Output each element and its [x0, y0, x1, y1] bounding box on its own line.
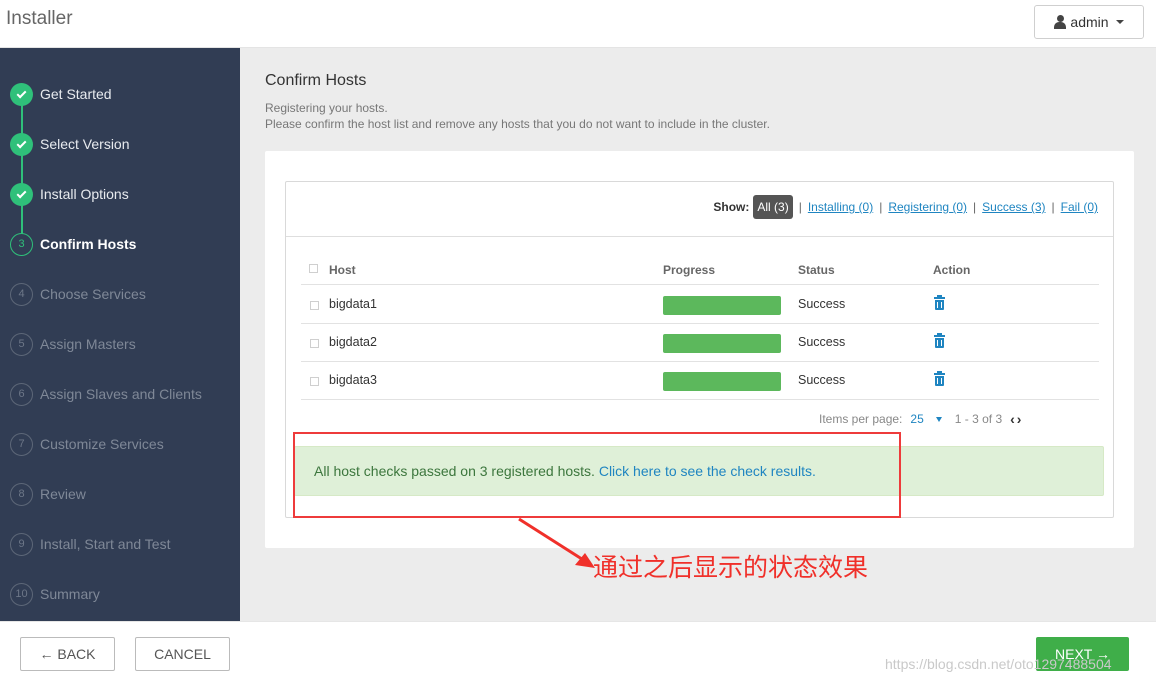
check-icon [10, 132, 33, 156]
back-button[interactable]: ← BACK [20, 637, 115, 671]
wizard-step-install-start-test: 9 Install, Start and Test [10, 532, 170, 556]
table-row: bigdata1 Success [301, 286, 1099, 324]
progress-bar [663, 334, 781, 353]
wizard-step-label: Customize Services [40, 436, 164, 452]
page-title: Confirm Hosts [265, 72, 367, 89]
wizard-step-choose-services: 4 Choose Services [10, 282, 146, 306]
filter-installing[interactable]: Installing (0) [808, 200, 873, 214]
filter-bar: Show: All (3) | Installing (0) | Registe… [286, 182, 1113, 237]
row-checkbox[interactable] [310, 339, 319, 348]
filter-separator: | [798, 200, 802, 214]
items-per-page-label: Items per page: [819, 412, 903, 426]
annotation-text: 通过之后显示的状态效果 [593, 553, 869, 582]
annotation-arrow-icon [518, 517, 595, 568]
wizard-step-review: 8 Review [10, 482, 86, 506]
cancel-button[interactable]: CANCEL [135, 637, 230, 671]
progress-bar [663, 296, 781, 315]
filter-separator: | [879, 200, 883, 214]
wizard-step-confirm-hosts: 3 Confirm Hosts [10, 232, 136, 256]
wizard-step-label: Assign Masters [40, 336, 136, 352]
trash-icon[interactable] [934, 295, 945, 310]
host-name: bigdata3 [329, 373, 377, 387]
step-number: 9 [10, 532, 33, 556]
table-row: bigdata2 Success [301, 324, 1099, 362]
page-description: Registering your hosts. Please confirm t… [265, 100, 770, 132]
filter-all[interactable]: All (3) [753, 195, 793, 219]
annotation-highlight-box [293, 432, 901, 518]
wizard-step-label: Select Version [40, 136, 130, 152]
step-number: 3 [10, 232, 33, 256]
description-line-2: Please confirm the host list and remove … [265, 117, 770, 131]
row-checkbox[interactable] [310, 301, 319, 310]
wizard-step-label: Choose Services [40, 286, 146, 302]
host-status: Success [798, 297, 846, 311]
wizard-step-label: Confirm Hosts [40, 236, 137, 252]
items-per-page-select[interactable]: 25 [910, 412, 923, 426]
wizard-step-summary: 10 Summary [10, 582, 100, 606]
check-icon [10, 82, 33, 106]
pagination: Items per page: 25 1 - 3 of 3 ‹› [819, 411, 1023, 427]
trash-icon[interactable] [934, 333, 945, 348]
wizard-step-label: Assign Slaves and Clients [40, 386, 202, 402]
wizard-step-label: Install Options [40, 186, 129, 202]
table-header: Host Progress Status Action [301, 254, 1099, 285]
trash-icon[interactable] [934, 371, 945, 386]
select-all-checkbox[interactable] [309, 264, 318, 273]
step-number: 10 [10, 582, 33, 606]
filter-fail[interactable]: Fail (0) [1061, 200, 1098, 214]
wizard-step-label: Get Started [40, 86, 112, 102]
prev-next-icon[interactable]: ‹› [1010, 411, 1023, 427]
row-checkbox[interactable] [310, 377, 319, 386]
wizard-step-label: Review [40, 486, 86, 502]
filter-separator: | [1051, 200, 1055, 214]
host-name: bigdata1 [329, 297, 377, 311]
filter-registering[interactable]: Registering (0) [888, 200, 967, 214]
wizard-progress-line [21, 93, 23, 243]
main-content: Confirm Hosts Registering your hosts. Pl… [240, 48, 1156, 621]
chevron-down-icon [1115, 20, 1124, 24]
column-host: Host [329, 263, 356, 277]
wizard-step-assign-masters: 5 Assign Masters [10, 332, 136, 356]
watermark: https://blog.csdn.net/oto1297488504 [885, 656, 1112, 672]
show-label: Show: [713, 200, 750, 214]
page-range: 1 - 3 of 3 [954, 412, 1003, 426]
table-row: bigdata3 Success [301, 362, 1099, 400]
app-title: Installer [6, 8, 73, 29]
description-line-1: Registering your hosts. [265, 101, 388, 115]
wizard-step-get-started: Get Started [10, 82, 112, 106]
host-status: Success [798, 373, 846, 387]
column-action: Action [933, 263, 971, 277]
filter-separator: | [973, 200, 977, 214]
progress-bar [663, 372, 781, 391]
user-icon [1054, 15, 1067, 29]
wizard-step-assign-slaves: 6 Assign Slaves and Clients [10, 382, 202, 406]
step-number: 6 [10, 382, 33, 406]
wizard-sidebar: Get Started Select Version Install Optio… [0, 48, 240, 621]
step-number: 7 [10, 432, 33, 456]
host-status: Success [798, 335, 846, 349]
step-number: 5 [10, 332, 33, 356]
user-name: admin [1070, 14, 1109, 30]
column-status: Status [798, 263, 835, 277]
check-icon [10, 182, 33, 206]
wizard-step-install-options: Install Options [10, 182, 129, 206]
status-filters: Show: All (3) | Installing (0) | Registe… [713, 195, 1098, 219]
top-header: Installer admin [0, 0, 1156, 48]
wizard-step-customize-services: 7 Customize Services [10, 432, 164, 456]
footer-bar: ← BACK CANCEL NEXT → https://blog.csdn.n… [0, 621, 1156, 683]
host-name: bigdata2 [329, 335, 377, 349]
step-number: 8 [10, 482, 33, 506]
wizard-step-label: Summary [40, 586, 100, 602]
column-progress: Progress [663, 263, 716, 277]
filter-success[interactable]: Success (3) [982, 200, 1045, 214]
chevron-down-icon[interactable] [935, 416, 942, 422]
wizard-step-label: Install, Start and Test [40, 536, 171, 552]
wizard-step-select-version: Select Version [10, 132, 130, 156]
user-menu-button[interactable]: admin [1034, 5, 1144, 39]
step-number: 4 [10, 282, 33, 306]
